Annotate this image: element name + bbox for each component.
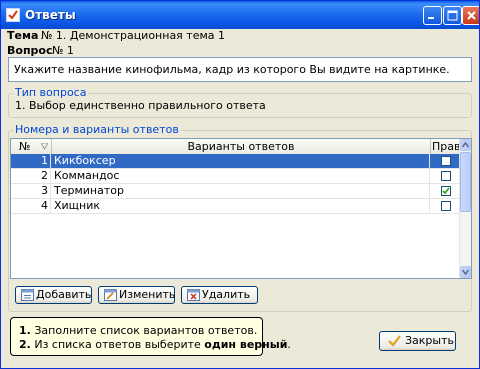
answer-row[interactable]: 1 Кикбоксер bbox=[11, 154, 461, 169]
close-icon bbox=[467, 11, 476, 20]
answers-grid[interactable]: № Варианты ответов Прави 1 Кикбоксер 2 К… bbox=[10, 138, 472, 279]
add-button[interactable]: Добавить bbox=[15, 286, 92, 304]
instruction-line-1: 1. Заполните список вариантов ответов. bbox=[19, 324, 258, 337]
instructions-box: 1. Заполните список вариантов ответов. 2… bbox=[10, 317, 291, 356]
answers-group-title: Номера и варианты ответов bbox=[13, 123, 181, 136]
checkmark-icon bbox=[388, 335, 401, 347]
arrow-up-icon bbox=[462, 142, 469, 148]
correct-checkbox[interactable] bbox=[441, 171, 451, 181]
question-type-group: Тип вопроса 1. Выбор единственно правиль… bbox=[8, 86, 472, 118]
answer-text: Хищник bbox=[52, 199, 430, 213]
answer-row[interactable]: 4 Хищник bbox=[11, 199, 461, 214]
maximize-button[interactable] bbox=[443, 6, 462, 25]
answer-number: 4 bbox=[11, 199, 51, 213]
scroll-down-button[interactable] bbox=[460, 266, 471, 278]
question-type-value: 1. Выбор единственно правильного ответа bbox=[15, 99, 266, 112]
correct-checkbox[interactable] bbox=[441, 156, 451, 166]
arrow-down-icon bbox=[462, 269, 469, 275]
question-type-title: Тип вопроса bbox=[13, 86, 89, 99]
column-num[interactable]: № bbox=[11, 139, 52, 154]
column-correct[interactable]: Прави bbox=[431, 139, 461, 154]
instruction-line-2: 2. Из списка ответов выберите один верны… bbox=[19, 338, 291, 351]
maximize-icon bbox=[447, 10, 458, 21]
topic-value: № 1. Демонстрационная тема 1 bbox=[41, 29, 226, 42]
question-number: № 1 bbox=[52, 44, 74, 57]
answers-window: Ответы Тема № 1. Демонстрационная тема 1… bbox=[0, 0, 480, 369]
answer-text: Кикбоксер bbox=[52, 154, 430, 168]
edit-button[interactable]: Изменить bbox=[98, 286, 175, 304]
correct-checkbox[interactable] bbox=[441, 186, 451, 196]
correct-checkbox[interactable] bbox=[441, 201, 451, 211]
title-bar[interactable]: Ответы bbox=[1, 1, 479, 29]
edit-icon bbox=[104, 289, 117, 301]
answer-row[interactable]: 3 Терминатор bbox=[11, 184, 461, 199]
checkmark-icon bbox=[442, 187, 450, 195]
answer-text: Терминатор bbox=[52, 184, 430, 198]
app-icon bbox=[6, 8, 20, 22]
question-text-box: Укажите название кинофильма, кадр из кот… bbox=[8, 57, 472, 82]
close-window-button[interactable] bbox=[462, 6, 479, 25]
add-icon bbox=[21, 289, 34, 301]
delete-button[interactable]: Удалить bbox=[181, 286, 258, 304]
scrollbar-thumb[interactable] bbox=[460, 152, 471, 212]
sort-icon bbox=[41, 143, 48, 150]
vertical-scrollbar[interactable] bbox=[459, 139, 471, 278]
question-label: Вопрос bbox=[7, 44, 53, 57]
question-text: Укажите название кинофильма, кадр из кот… bbox=[14, 63, 450, 76]
minimize-button[interactable] bbox=[423, 6, 442, 25]
close-button[interactable]: Закрыть bbox=[379, 331, 456, 351]
scroll-up-button[interactable] bbox=[460, 139, 471, 151]
answer-number: 3 bbox=[11, 184, 51, 198]
answer-text: Коммандос bbox=[52, 169, 430, 183]
answer-row[interactable]: 2 Коммандос bbox=[11, 169, 461, 184]
minimize-icon bbox=[428, 17, 434, 19]
delete-icon bbox=[187, 289, 200, 301]
column-text[interactable]: Варианты ответов bbox=[52, 139, 431, 154]
topic-label: Тема bbox=[7, 29, 39, 42]
grid-header: № Варианты ответов Прави bbox=[11, 139, 461, 155]
window-title: Ответы bbox=[25, 8, 76, 22]
answer-number: 2 bbox=[11, 169, 51, 183]
answer-number: 1 bbox=[11, 154, 51, 168]
